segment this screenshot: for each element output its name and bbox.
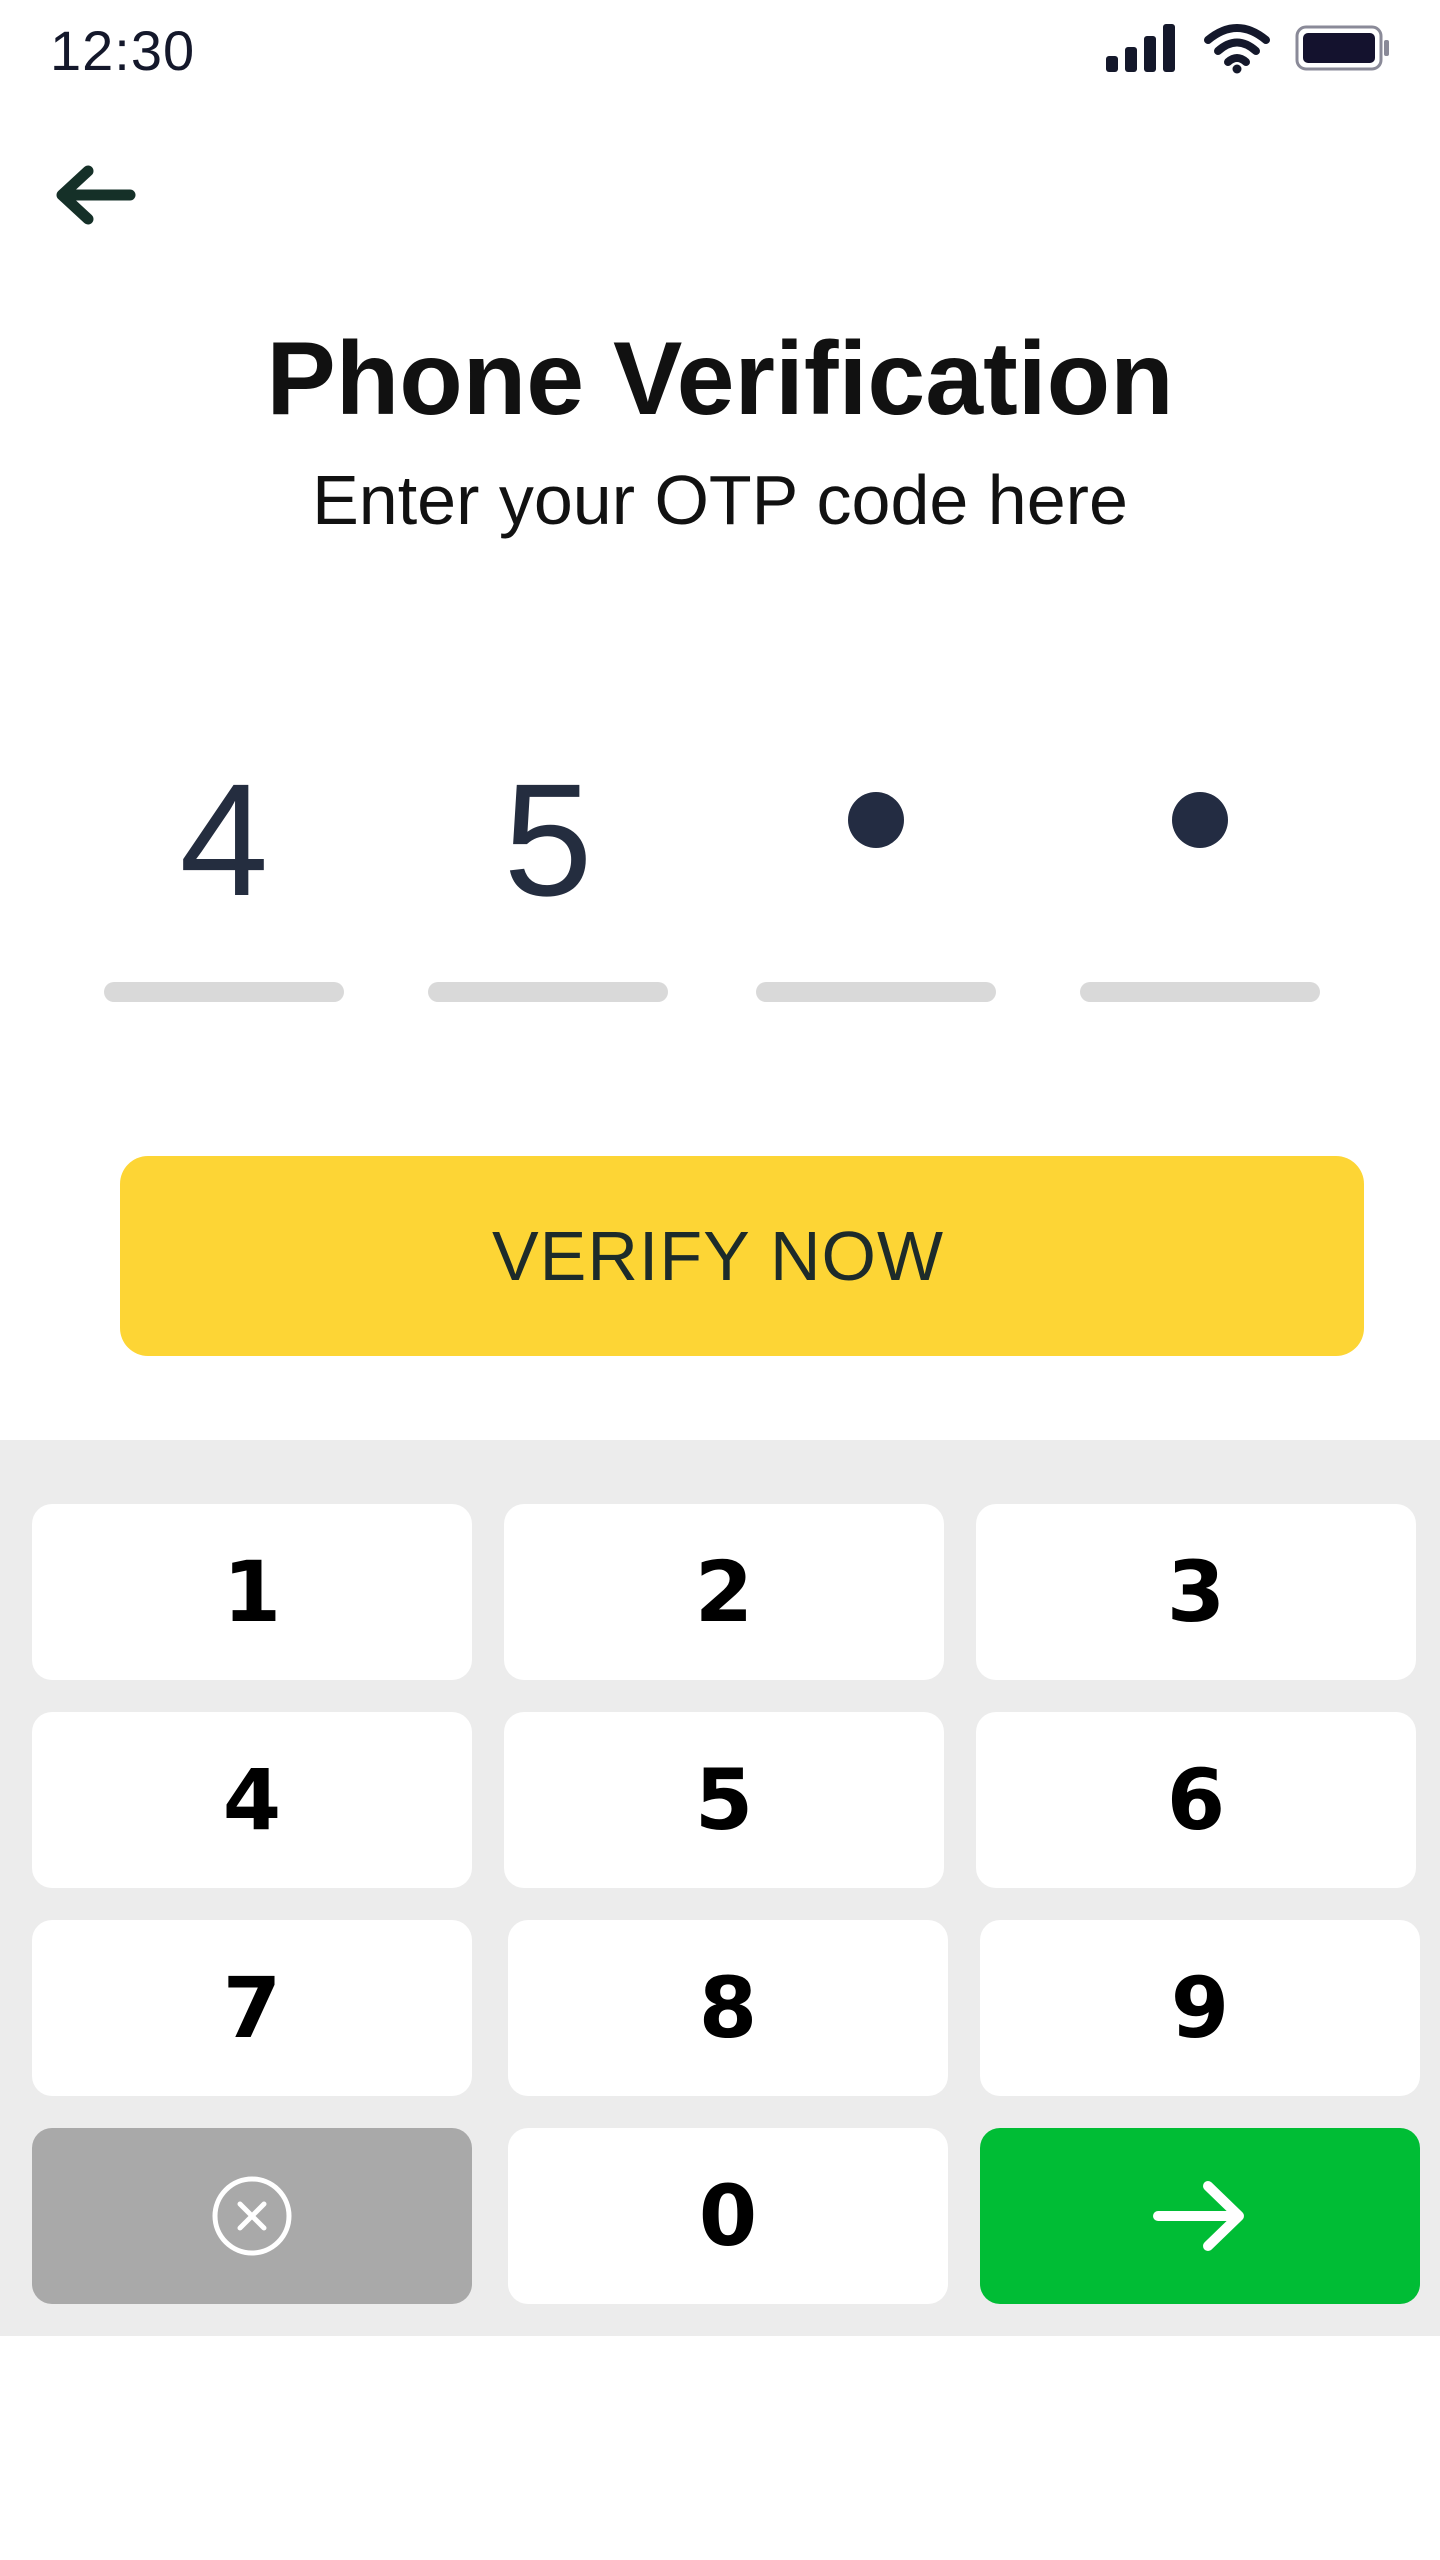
key-label: 2 bbox=[694, 1543, 754, 1641]
key-7[interactable]: 7 bbox=[32, 1920, 472, 2096]
otp-digit-slot-1[interactable]: 4 bbox=[104, 730, 344, 1010]
back-button[interactable] bbox=[52, 150, 152, 240]
verify-now-label: VERIFY NOW bbox=[491, 1217, 945, 1295]
arrow-left-icon bbox=[56, 165, 136, 225]
arrow-right-icon bbox=[1153, 2181, 1244, 2251]
key-label: 0 bbox=[698, 2167, 758, 2265]
key-3[interactable]: 3 bbox=[976, 1504, 1416, 1680]
delete-key[interactable] bbox=[32, 2128, 472, 2304]
key-label: 1 bbox=[222, 1543, 282, 1641]
key-label: 5 bbox=[694, 1751, 754, 1849]
page-subtitle: Enter your OTP code here bbox=[312, 461, 1128, 539]
key-label: 3 bbox=[1166, 1543, 1226, 1641]
otp-underline bbox=[104, 982, 344, 1002]
key-6[interactable]: 6 bbox=[976, 1712, 1416, 1888]
key-8[interactable]: 8 bbox=[508, 1920, 948, 2096]
status-time: 12:30 bbox=[50, 19, 196, 82]
page-title: Phone Verification bbox=[266, 321, 1174, 437]
key-label: 4 bbox=[222, 1751, 282, 1849]
key-label: 7 bbox=[222, 1959, 282, 2057]
otp-empty-dot bbox=[848, 792, 904, 848]
otp-underline bbox=[1080, 982, 1320, 1002]
otp-digit: 5 bbox=[503, 750, 593, 929]
otp-underline bbox=[756, 982, 996, 1002]
battery-icon bbox=[1295, 25, 1389, 71]
otp-digit-slot-4[interactable] bbox=[1080, 730, 1320, 1010]
key-label: 9 bbox=[1170, 1959, 1230, 2057]
key-9[interactable]: 9 bbox=[980, 1920, 1420, 2096]
verify-now-button[interactable]: VERIFY NOW bbox=[120, 1156, 1364, 1356]
clear-circle-x-icon bbox=[212, 2176, 292, 2256]
key-0[interactable]: 0 bbox=[508, 2128, 948, 2304]
numeric-keypad: 1 2 3 4 5 6 7 8 9 0 bbox=[0, 1440, 1440, 2336]
otp-digit-slot-3[interactable] bbox=[756, 730, 996, 1010]
key-label: 8 bbox=[698, 1959, 758, 2057]
otp-empty-dot bbox=[1172, 792, 1228, 848]
key-1[interactable]: 1 bbox=[32, 1504, 472, 1680]
key-4[interactable]: 4 bbox=[32, 1712, 472, 1888]
key-5[interactable]: 5 bbox=[504, 1712, 944, 1888]
status-icons bbox=[1104, 20, 1392, 76]
signal-icon bbox=[1106, 24, 1175, 72]
wifi-icon bbox=[1204, 24, 1270, 74]
key-2[interactable]: 2 bbox=[504, 1504, 944, 1680]
otp-underline bbox=[428, 982, 668, 1002]
status-bar: 12:30 bbox=[0, 0, 1440, 100]
submit-key[interactable] bbox=[980, 2128, 1420, 2304]
otp-digit: 4 bbox=[179, 750, 269, 929]
key-label: 6 bbox=[1166, 1751, 1226, 1849]
otp-digit-slot-2[interactable]: 5 bbox=[428, 730, 668, 1010]
